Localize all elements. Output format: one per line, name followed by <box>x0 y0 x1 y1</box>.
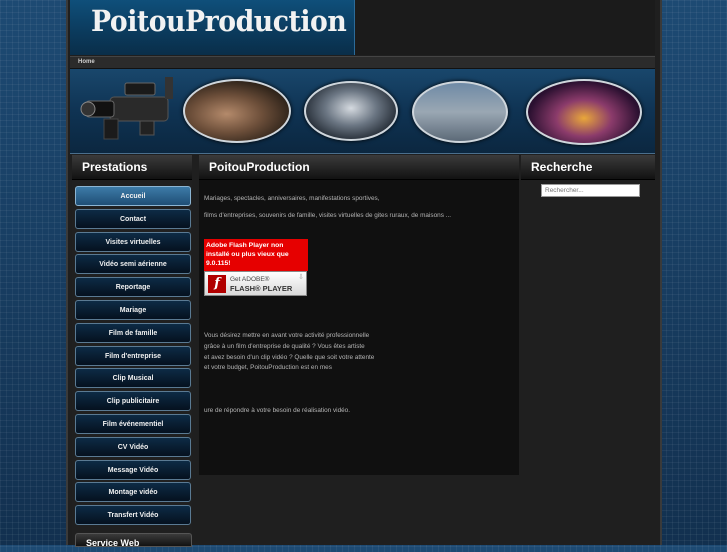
para-line-4: et votre budget, PoitouProduction est en… <box>204 364 332 371</box>
intro-line-2: films d'entreprises, souvenirs de famill… <box>204 212 452 219</box>
para-line-2: grâce à un film d'entreprise de qualité … <box>204 343 365 350</box>
menu-item-mariage[interactable]: Mariage <box>75 299 191 320</box>
banner-photo-4 <box>526 79 642 145</box>
intro-line-1: Mariages, spectacles, anniversaires, man… <box>204 195 380 202</box>
para-line-last: ure de répondre à votre besoin de réalis… <box>204 407 351 414</box>
banner-photo-3 <box>412 81 508 143</box>
flash-player-label: FLASH® PLAYER <box>230 284 293 293</box>
banner-photo-1 <box>183 79 291 143</box>
recherche-title: Recherche <box>521 155 655 180</box>
banner-photo-2 <box>304 81 398 141</box>
menu-item-visites-virtuelles[interactable]: Visites virtuelles <box>75 231 191 252</box>
prestations-box: Prestations Accueil Contact Visites virt… <box>72 155 192 545</box>
site-header: PoitouProduction <box>70 0 655 55</box>
get-flash-button[interactable]: f Get ADOBE® FLASH® PLAYER ⇩ <box>204 271 307 296</box>
menu-item-message-video[interactable]: Message Vidéo <box>75 459 191 480</box>
banner <box>70 69 655 154</box>
nav-home-link[interactable]: Home <box>78 57 95 68</box>
menu-item-reportage[interactable]: Reportage <box>75 277 191 298</box>
menu-item-video-semi-aerienne[interactable]: Vidéo semi aérienne <box>75 254 191 275</box>
menu-item-clip-musical[interactable]: Clip Musical <box>75 368 191 389</box>
logo-box[interactable]: PoitouProduction <box>70 0 355 55</box>
menu-item-film-de-famille[interactable]: Film de famille <box>75 322 191 343</box>
top-nav: Home <box>70 56 655 69</box>
content-title: PoitouProduction <box>199 155 519 180</box>
menu-item-film-evenementiel[interactable]: Film événementiel <box>75 413 191 434</box>
camera-icon <box>80 77 173 140</box>
menu-item-contact[interactable]: Contact <box>75 208 191 229</box>
menu-item-film-entreprise[interactable]: Film d'entreprise <box>75 345 191 366</box>
menu-item-clip-publicitaire[interactable]: Clip publicitaire <box>75 391 191 412</box>
flash-warning: Adobe Flash Player non installé ou plus … <box>204 239 308 271</box>
prestations-menu: Accueil Contact Visites virtuelles Vidéo… <box>75 186 192 526</box>
recherche-box: Recherche <box>521 155 655 180</box>
search-input[interactable] <box>541 184 640 197</box>
menu-item-cv-video[interactable]: CV Vidéo <box>75 436 191 457</box>
prestations-title: Prestations <box>72 155 192 180</box>
para-line-3: et avez besoin d'un clip vidéo ? Quelle … <box>204 354 375 361</box>
para-line-1: Vous désirez mettre en avant votre activ… <box>204 332 370 339</box>
menu-item-montage-video[interactable]: Montage vidéo <box>75 482 191 503</box>
flash-get-label: Get ADOBE® <box>230 276 270 283</box>
main-content: PoitouProduction Mariages, spectacles, a… <box>199 155 519 475</box>
flash-logo-icon: f <box>208 275 226 293</box>
site-logo[interactable]: PoitouProduction <box>91 4 347 38</box>
download-arrow-icon: ⇩ <box>298 274 304 281</box>
flash-fallback: Adobe Flash Player non installé ou plus … <box>204 239 308 297</box>
menu-item-transfert-video[interactable]: Transfert Vidéo <box>75 505 191 526</box>
menu-item-accueil[interactable]: Accueil <box>75 186 191 206</box>
